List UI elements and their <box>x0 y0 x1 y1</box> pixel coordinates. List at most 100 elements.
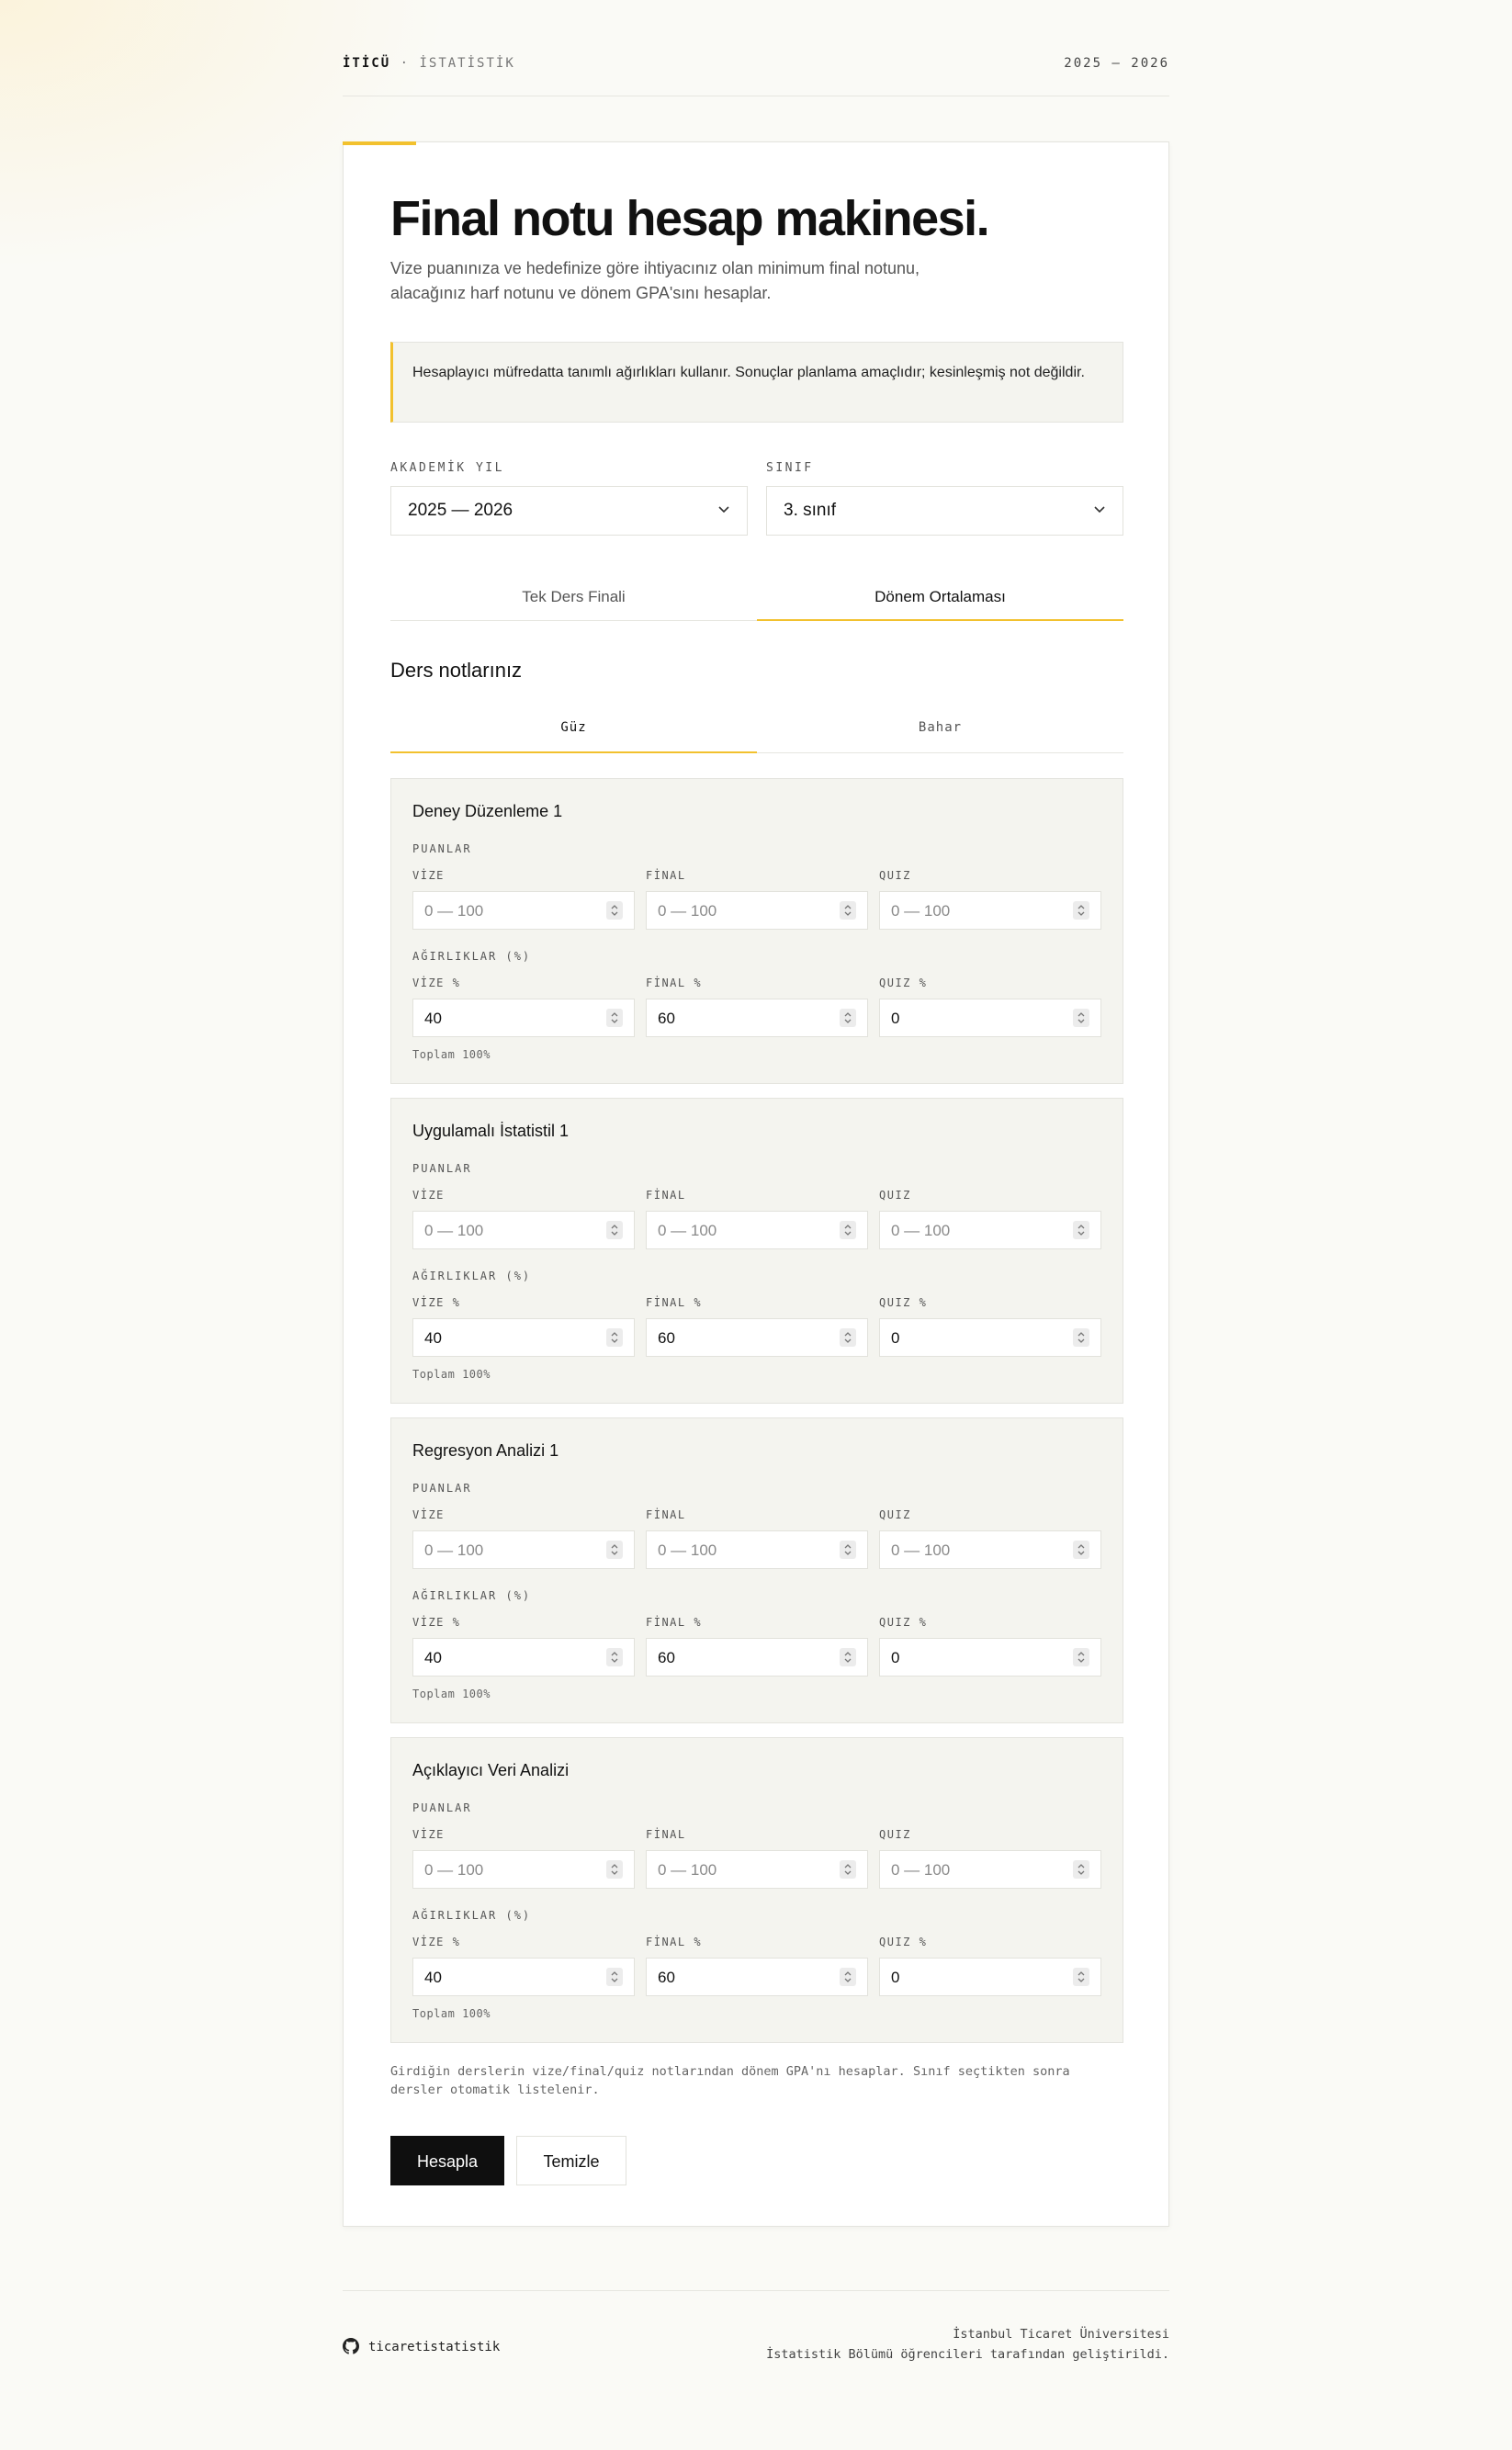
stepper-icon[interactable] <box>1073 1221 1089 1239</box>
page: İTİCÜ · İSTATİSTİK 2025 — 2026 Final not… <box>343 0 1169 2227</box>
weights-group-label: AĞIRLIKLAR (%) <box>412 1909 532 1922</box>
year-label: AKADEMİK YIL <box>390 461 504 475</box>
final-score-label: FİNAL <box>646 1508 686 1521</box>
quiz-weight-input[interactable]: 0 <box>879 1638 1101 1677</box>
stepper-icon[interactable] <box>606 1860 623 1879</box>
stepper-icon[interactable] <box>1073 1860 1089 1879</box>
github-username: ticaretistatistik <box>368 2340 501 2354</box>
final-weight-input[interactable]: 60 <box>646 1638 868 1677</box>
stepper-icon[interactable] <box>1073 901 1089 920</box>
course-panel: Deney Düzenleme 1 PUANLAR VİZE 0 — 100 FİNAL… <box>390 778 1123 1084</box>
final-weight-input[interactable]: 60 <box>646 999 868 1037</box>
stepper-icon[interactable] <box>840 1009 856 1027</box>
stepper-icon[interactable] <box>840 1541 856 1559</box>
help-text: Girdiğin derslerin vize/final/quiz notla… <box>390 2064 1070 2097</box>
credit-text: İstatistik Bölümü öğrencileri tarafından… <box>766 2347 1169 2362</box>
final-score-input[interactable]: 0 — 100 <box>646 1211 868 1249</box>
brand[interactable]: İTİCÜ · İSTATİSTİK <box>343 56 515 71</box>
final-score-input[interactable]: 0 — 100 <box>646 1850 868 1889</box>
stepper-icon[interactable] <box>1073 1541 1089 1559</box>
quiz-weight-label: QUIZ % <box>879 1296 928 1309</box>
final-score-input[interactable]: 0 — 100 <box>646 891 868 930</box>
quiz-score-input[interactable]: 0 — 100 <box>879 891 1101 930</box>
final-score-label: FİNAL <box>646 1828 686 1841</box>
quiz-weight-input[interactable]: 0 <box>879 1318 1101 1357</box>
midterm-weight-input[interactable]: 40 <box>412 1638 635 1677</box>
class-select-value: 3. sınıf <box>784 501 837 520</box>
top-bar: İTİCÜ · İSTATİSTİK 2025 — 2026 <box>343 0 1169 96</box>
chevron-down-icon <box>1094 506 1105 514</box>
weight-value: 60 <box>658 1649 675 1666</box>
stepper-icon[interactable] <box>606 1221 623 1239</box>
score-placeholder: 0 — 100 <box>891 1222 951 1239</box>
stepper-icon[interactable] <box>606 1648 623 1666</box>
tab-single-final[interactable]: Tek Ders Finali <box>390 574 757 620</box>
footer: ticaretistatistik İstanbul Ticaret Ünive… <box>343 2290 1169 2401</box>
midterm-weight-input[interactable]: 40 <box>412 999 635 1037</box>
clear-button[interactable]: Temizle <box>516 2136 626 2185</box>
grades-section-title: Ders notlarınız <box>390 659 523 682</box>
weight-value: 40 <box>424 1010 442 1027</box>
notice-text: Hesaplayıcı müfredatta tanımlı ağırlıkla… <box>412 365 1085 380</box>
stepper-icon[interactable] <box>606 901 623 920</box>
weight-value: 40 <box>424 1329 442 1347</box>
weights-group-label: AĞIRLIKLAR (%) <box>412 950 532 963</box>
weight-value: 0 <box>891 1969 900 1986</box>
tab-term-average[interactable]: Dönem Ortalaması <box>757 574 1123 621</box>
stepper-icon[interactable] <box>840 1860 856 1879</box>
midterm-weight-label: VİZE % <box>412 1616 461 1629</box>
stepper-icon[interactable] <box>606 1009 623 1027</box>
final-score-input[interactable]: 0 — 100 <box>646 1530 868 1569</box>
stepper-icon[interactable] <box>1073 1648 1089 1666</box>
stepper-icon[interactable] <box>1073 1968 1089 1986</box>
weight-value: 60 <box>658 1969 675 1986</box>
final-weight-input[interactable]: 60 <box>646 1958 868 1996</box>
course-panel: Açıklayıcı Veri Analizi PUANLAR VİZE 0 — 10… <box>390 1737 1123 2043</box>
midterm-weight-input[interactable]: 40 <box>412 1958 635 1996</box>
tab-fall[interactable]: Güz <box>390 703 757 753</box>
midterm-score-input[interactable]: 0 — 100 <box>412 1211 635 1249</box>
quiz-weight-input[interactable]: 0 <box>879 1958 1101 1996</box>
calculate-button[interactable]: Hesapla <box>390 2136 504 2185</box>
stepper-icon[interactable] <box>840 1221 856 1239</box>
stepper-icon[interactable] <box>840 1968 856 1986</box>
brand-name: İTİCÜ <box>343 56 391 71</box>
stepper-icon[interactable] <box>840 901 856 920</box>
quiz-weight-input[interactable]: 0 <box>879 999 1101 1037</box>
stepper-icon[interactable] <box>840 1328 856 1347</box>
course-panel: Uygulamalı İstatistil 1 PUANLAR VİZE 0 — 10… <box>390 1098 1123 1404</box>
midterm-score-input[interactable]: 0 — 100 <box>412 891 635 930</box>
university-name: İstanbul Ticaret Üniversitesi <box>953 2327 1169 2342</box>
quiz-score-input[interactable]: 0 — 100 <box>879 1850 1101 1889</box>
final-weight-label: FİNAL % <box>646 1936 703 1948</box>
stepper-icon[interactable] <box>1073 1009 1089 1027</box>
quiz-score-input[interactable]: 0 — 100 <box>879 1211 1101 1249</box>
midterm-weight-label: VİZE % <box>412 1936 461 1948</box>
quiz-weight-label: QUIZ % <box>879 1936 928 1948</box>
stepper-icon[interactable] <box>606 1328 623 1347</box>
weight-total: Toplam 100% <box>412 1688 491 1700</box>
quiz-score-input[interactable]: 0 — 100 <box>879 1530 1101 1569</box>
quiz-score-label: QUIZ <box>879 869 911 882</box>
midterm-weight-input[interactable]: 40 <box>412 1318 635 1357</box>
stepper-icon[interactable] <box>1073 1328 1089 1347</box>
stepper-icon[interactable] <box>606 1541 623 1559</box>
score-placeholder: 0 — 100 <box>424 1222 484 1239</box>
score-placeholder: 0 — 100 <box>424 1541 484 1559</box>
midterm-score-input[interactable]: 0 — 100 <box>412 1530 635 1569</box>
score-placeholder: 0 — 100 <box>891 1541 951 1559</box>
class-select[interactable]: 3. sınıf <box>766 486 1123 536</box>
weight-value: 60 <box>658 1010 675 1027</box>
tab-spring[interactable]: Bahar <box>757 703 1123 752</box>
scores-group-label: PUANLAR <box>412 1162 472 1175</box>
score-placeholder: 0 — 100 <box>424 902 484 920</box>
quiz-weight-label: QUIZ % <box>879 1616 928 1629</box>
final-weight-input[interactable]: 60 <box>646 1318 868 1357</box>
weights-group-label: AĞIRLIKLAR (%) <box>412 1270 532 1282</box>
year-select-value: 2025 — 2026 <box>408 501 513 520</box>
year-select[interactable]: 2025 — 2026 <box>390 486 748 536</box>
stepper-icon[interactable] <box>606 1968 623 1986</box>
midterm-score-input[interactable]: 0 — 100 <box>412 1850 635 1889</box>
score-placeholder: 0 — 100 <box>891 902 951 920</box>
stepper-icon[interactable] <box>840 1648 856 1666</box>
